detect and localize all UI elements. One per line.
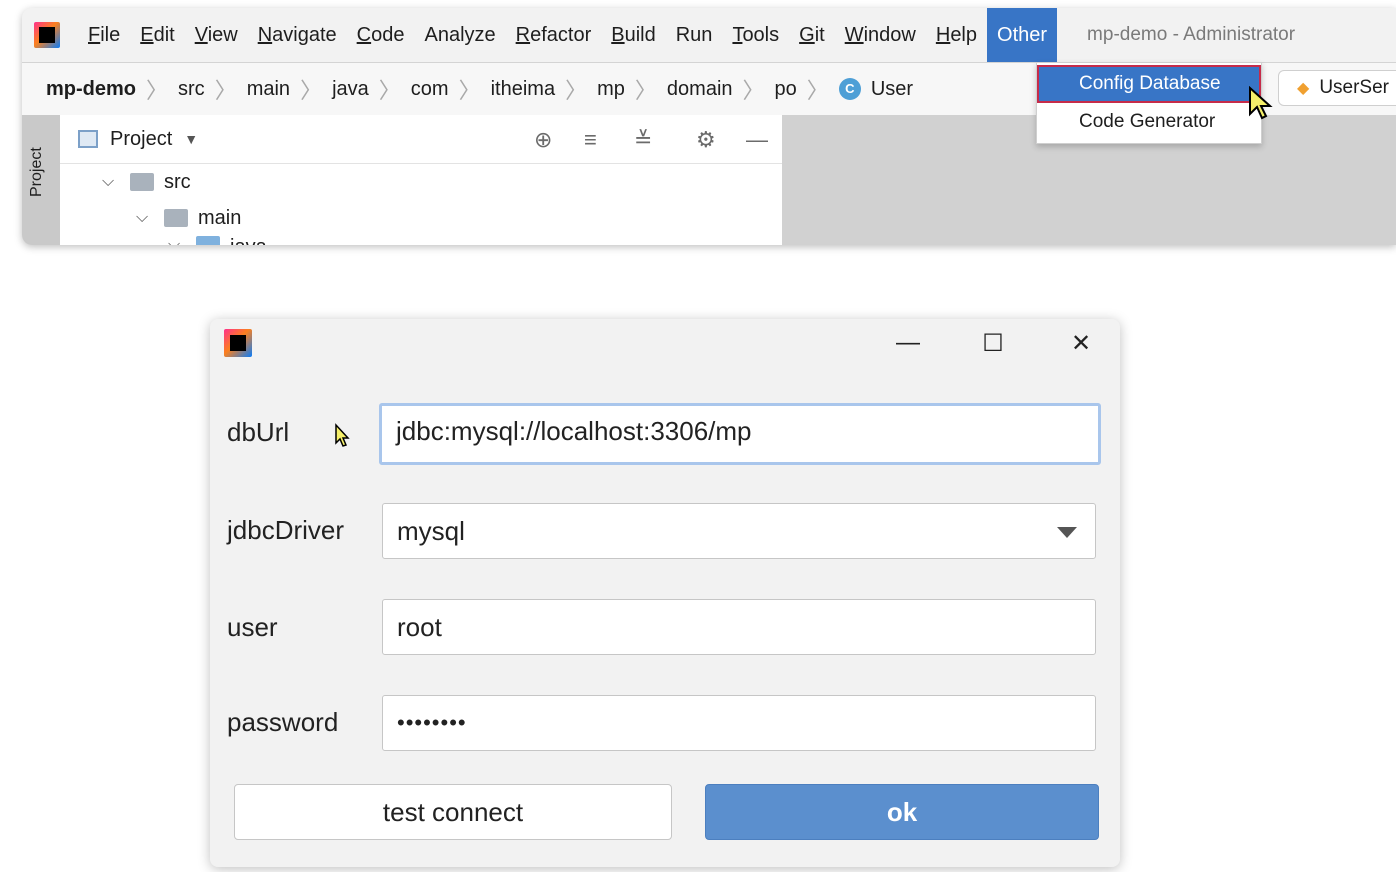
mouse-cursor-icon [335,423,350,447]
menu-navigate[interactable]: Navigate [248,8,347,62]
menu-tools[interactable]: Tools [722,8,789,62]
minimize-icon[interactable]: — [893,329,923,357]
menu-help[interactable]: Help [926,8,987,62]
breadcrumb-separator-icon: 〉 [806,78,829,103]
jdbcdriver-selected-value: mysql [397,516,465,546]
menu-file[interactable]: File [78,8,130,62]
chevron-down-icon[interactable]: ⌵ [102,173,122,191]
intellij-logo-icon [34,22,60,48]
breadcrumb-separator-icon: 〉 [634,78,657,103]
jdbcdriver-label: jdbcDriver [227,515,345,545]
menu-analyze[interactable]: Analyze [414,8,505,62]
editor-tab[interactable]: ◆ UserSer [1278,70,1396,106]
close-icon[interactable]: ✕ [1066,329,1096,358]
chevron-down-icon[interactable] [1057,527,1077,538]
project-tool-tab[interactable]: Project [28,147,46,197]
menu-item-code-generator[interactable]: Code Generator [1037,103,1261,141]
tool-window-strip: Project [22,115,60,245]
breadcrumb-separator-icon: 〉 [214,78,237,103]
config-database-dialog: — ☐ ✕ dbUrl jdbc:mysql://localhost:3306/… [210,319,1120,867]
menu-code[interactable]: Code [347,8,415,62]
menu-edit[interactable]: Edit [130,8,184,62]
tree-item-label: src [164,170,191,193]
intellij-logo-icon [224,329,252,357]
breadcrumb-item[interactable]: itheima [491,78,555,101]
collapse-all-icon[interactable]: ≚ [634,127,652,153]
breadcrumb-item[interactable]: com [411,78,449,101]
hide-icon[interactable]: — [746,127,768,153]
menu-bar: File Edit View Navigate Code Analyze Ref… [22,8,1396,63]
breadcrumb-item[interactable]: domain [667,78,733,101]
interface-icon: ◆ [1297,80,1310,97]
breadcrumb-separator-icon: 〉 [300,78,323,103]
tree-item-main[interactable]: ⌵ main [60,200,782,236]
user-input[interactable]: root [382,599,1096,655]
project-panel-header: Project ▼ ⊕ ≡ ≚ ⚙ — [60,115,782,164]
project-panel: Project ▼ ⊕ ≡ ≚ ⚙ — ⌵ src ⌵ main ⌵ java [60,115,783,245]
password-input[interactable]: •••••••• [382,695,1096,751]
menu-git[interactable]: Git [789,8,835,62]
breadcrumb-separator-icon: 〉 [742,78,765,103]
breadcrumb-separator-icon: 〉 [458,78,481,103]
menu-refactor[interactable]: Refactor [506,8,602,62]
breadcrumb-item[interactable]: src [178,78,205,101]
class-icon: C [838,78,861,100]
other-menu-dropdown: Config Database Code Generator [1036,62,1262,144]
maximize-icon[interactable]: ☐ [978,329,1008,358]
editor-tab-label: UserSer [1319,77,1389,98]
breadcrumb-class[interactable]: User [871,78,913,101]
menu-items: File Edit View Navigate Code Analyze Ref… [78,8,1058,62]
breadcrumb-separator-icon: 〉 [378,78,401,103]
dburl-label: dbUrl [227,417,290,447]
mouse-cursor-icon [1249,86,1273,120]
dialog-titlebar: — ☐ ✕ [210,319,1120,369]
chevron-down-icon[interactable]: ▼ [184,131,198,147]
password-label: password [227,707,339,737]
menu-view[interactable]: View [185,8,248,62]
tree-item-label: java [230,236,267,245]
breadcrumb-item[interactable]: java [332,78,369,101]
menu-other[interactable]: Other [987,8,1058,62]
menu-window[interactable]: Window [835,8,926,62]
ok-button[interactable]: ok [705,784,1099,840]
breadcrumb-separator-icon: 〉 [565,78,588,103]
tree-item-java[interactable]: ⌵ java [60,236,782,245]
gear-icon[interactable]: ⚙ [696,127,716,153]
breadcrumb-project[interactable]: mp-demo [46,78,136,101]
expand-all-icon[interactable]: ≡ [584,127,597,153]
dburl-input[interactable]: jdbc:mysql://localhost:3306/mp [379,403,1101,465]
user-label: user [227,612,278,642]
ide-window: File Edit View Navigate Code Analyze Ref… [22,8,1396,245]
breadcrumb-item[interactable]: po [775,78,797,101]
menu-build[interactable]: Build [601,8,665,62]
window-title: mp-demo - Administrator [1087,24,1296,45]
chevron-down-icon[interactable]: ⌵ [168,236,188,245]
chevron-down-icon[interactable]: ⌵ [136,209,156,227]
menu-run[interactable]: Run [666,8,723,62]
folder-icon [130,173,154,191]
test-connect-button[interactable]: test connect [234,784,672,840]
breadcrumb-item[interactable]: main [247,78,290,101]
locate-icon[interactable]: ⊕ [534,127,552,153]
folder-icon [196,236,220,245]
project-panel-title[interactable]: Project [110,128,172,151]
breadcrumb-separator-icon: 〉 [146,78,169,103]
folder-icon [164,209,188,227]
breadcrumb-item[interactable]: mp [597,78,625,101]
menu-item-config-database[interactable]: Config Database [1037,65,1261,103]
project-view-icon [78,130,98,148]
tree-item-src[interactable]: ⌵ src [60,164,782,200]
tree-item-label: main [198,206,242,229]
jdbcdriver-select[interactable]: mysql [382,503,1096,559]
